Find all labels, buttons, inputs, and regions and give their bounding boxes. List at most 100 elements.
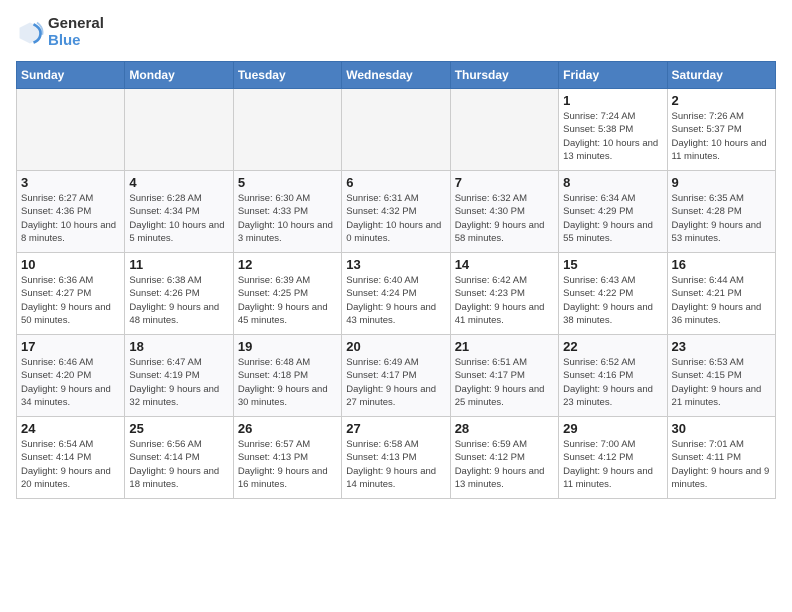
day-number: 25 <box>129 421 228 436</box>
day-info: Sunrise: 6:39 AM Sunset: 4:25 PM Dayligh… <box>238 274 337 327</box>
day-info: Sunrise: 6:51 AM Sunset: 4:17 PM Dayligh… <box>455 356 554 409</box>
day-number: 21 <box>455 339 554 354</box>
calendar-cell: 11 Sunrise: 6:38 AM Sunset: 4:26 PM Dayli… <box>125 253 233 335</box>
day-number: 16 <box>672 257 771 272</box>
calendar-cell: 23 Sunrise: 6:53 AM Sunset: 4:15 PM Dayli… <box>667 335 775 417</box>
calendar-cell: 9 Sunrise: 6:35 AM Sunset: 4:28 PM Daylig… <box>667 171 775 253</box>
weekday-header: Saturday <box>667 62 775 89</box>
day-info: Sunrise: 7:26 AM Sunset: 5:37 PM Dayligh… <box>672 110 771 163</box>
day-info: Sunrise: 6:56 AM Sunset: 4:14 PM Dayligh… <box>129 438 228 491</box>
calendar-cell: 21 Sunrise: 6:51 AM Sunset: 4:17 PM Dayli… <box>450 335 558 417</box>
day-number: 27 <box>346 421 445 436</box>
weekday-header: Friday <box>559 62 667 89</box>
logo-text: General Blue <box>48 16 104 49</box>
day-number: 6 <box>346 175 445 190</box>
calendar-cell: 27 Sunrise: 6:58 AM Sunset: 4:13 PM Dayli… <box>342 417 450 499</box>
day-info: Sunrise: 6:54 AM Sunset: 4:14 PM Dayligh… <box>21 438 120 491</box>
day-info: Sunrise: 6:32 AM Sunset: 4:30 PM Dayligh… <box>455 192 554 245</box>
calendar-cell: 19 Sunrise: 6:48 AM Sunset: 4:18 PM Dayli… <box>233 335 341 417</box>
day-number: 15 <box>563 257 662 272</box>
day-info: Sunrise: 6:31 AM Sunset: 4:32 PM Dayligh… <box>346 192 445 245</box>
calendar-cell: 6 Sunrise: 6:31 AM Sunset: 4:32 PM Daylig… <box>342 171 450 253</box>
calendar-cell: 16 Sunrise: 6:44 AM Sunset: 4:21 PM Dayli… <box>667 253 775 335</box>
weekday-header: Tuesday <box>233 62 341 89</box>
day-number: 4 <box>129 175 228 190</box>
calendar-cell: 17Sunrise: 6:46 AM Sunset: 4:20 PM Dayli… <box>17 335 125 417</box>
calendar-cell: 12 Sunrise: 6:39 AM Sunset: 4:25 PM Dayli… <box>233 253 341 335</box>
day-info: Sunrise: 6:44 AM Sunset: 4:21 PM Dayligh… <box>672 274 771 327</box>
day-info: Sunrise: 6:47 AM Sunset: 4:19 PM Dayligh… <box>129 356 228 409</box>
calendar-cell: 14 Sunrise: 6:42 AM Sunset: 4:23 PM Dayli… <box>450 253 558 335</box>
calendar-cell: 13 Sunrise: 6:40 AM Sunset: 4:24 PM Dayli… <box>342 253 450 335</box>
weekday-header: Monday <box>125 62 233 89</box>
day-number: 29 <box>563 421 662 436</box>
header: General Blue <box>16 16 776 49</box>
day-number: 22 <box>563 339 662 354</box>
calendar-cell: 20 Sunrise: 6:49 AM Sunset: 4:17 PM Dayli… <box>342 335 450 417</box>
logo-icon <box>16 19 44 47</box>
calendar-cell: 15 Sunrise: 6:43 AM Sunset: 4:22 PM Dayli… <box>559 253 667 335</box>
calendar-cell: 7 Sunrise: 6:32 AM Sunset: 4:30 PM Daylig… <box>450 171 558 253</box>
calendar-week-row: 1 Sunrise: 7:24 AM Sunset: 5:38 PM Daylig… <box>17 89 776 171</box>
calendar-cell: 25 Sunrise: 6:56 AM Sunset: 4:14 PM Dayli… <box>125 417 233 499</box>
day-info: Sunrise: 6:59 AM Sunset: 4:12 PM Dayligh… <box>455 438 554 491</box>
day-info: Sunrise: 6:36 AM Sunset: 4:27 PM Dayligh… <box>21 274 120 327</box>
day-info: Sunrise: 6:30 AM Sunset: 4:33 PM Dayligh… <box>238 192 337 245</box>
day-number: 28 <box>455 421 554 436</box>
day-info: Sunrise: 6:35 AM Sunset: 4:28 PM Dayligh… <box>672 192 771 245</box>
calendar-cell: 8 Sunrise: 6:34 AM Sunset: 4:29 PM Daylig… <box>559 171 667 253</box>
calendar-cell <box>125 89 233 171</box>
calendar-week-row: 17Sunrise: 6:46 AM Sunset: 4:20 PM Dayli… <box>17 335 776 417</box>
day-number: 7 <box>455 175 554 190</box>
day-number: 30 <box>672 421 771 436</box>
calendar-table: SundayMondayTuesdayWednesdayThursdayFrid… <box>16 61 776 499</box>
day-info: Sunrise: 6:53 AM Sunset: 4:15 PM Dayligh… <box>672 356 771 409</box>
day-info: Sunrise: 6:46 AM Sunset: 4:20 PM Dayligh… <box>21 356 120 409</box>
day-info: Sunrise: 6:27 AM Sunset: 4:36 PM Dayligh… <box>21 192 120 245</box>
day-info: Sunrise: 6:48 AM Sunset: 4:18 PM Dayligh… <box>238 356 337 409</box>
day-number: 19 <box>238 339 337 354</box>
day-number: 1 <box>563 93 662 108</box>
day-info: Sunrise: 6:57 AM Sunset: 4:13 PM Dayligh… <box>238 438 337 491</box>
day-info: Sunrise: 7:01 AM Sunset: 4:11 PM Dayligh… <box>672 438 771 491</box>
day-number: 24 <box>21 421 120 436</box>
day-number: 8 <box>563 175 662 190</box>
calendar-cell <box>17 89 125 171</box>
day-info: Sunrise: 6:34 AM Sunset: 4:29 PM Dayligh… <box>563 192 662 245</box>
calendar-cell: 1 Sunrise: 7:24 AM Sunset: 5:38 PM Daylig… <box>559 89 667 171</box>
day-info: Sunrise: 7:24 AM Sunset: 5:38 PM Dayligh… <box>563 110 662 163</box>
calendar-cell: 18 Sunrise: 6:47 AM Sunset: 4:19 PM Dayli… <box>125 335 233 417</box>
logo: General Blue <box>16 16 104 49</box>
calendar-week-row: 3 Sunrise: 6:27 AM Sunset: 4:36 PM Daylig… <box>17 171 776 253</box>
calendar-cell <box>342 89 450 171</box>
calendar-cell <box>450 89 558 171</box>
calendar-cell: 24 Sunrise: 6:54 AM Sunset: 4:14 PM Dayli… <box>17 417 125 499</box>
calendar-cell: 29 Sunrise: 7:00 AM Sunset: 4:12 PM Dayli… <box>559 417 667 499</box>
day-info: Sunrise: 7:00 AM Sunset: 4:12 PM Dayligh… <box>563 438 662 491</box>
day-info: Sunrise: 6:58 AM Sunset: 4:13 PM Dayligh… <box>346 438 445 491</box>
day-number: 5 <box>238 175 337 190</box>
calendar-cell: 22Sunrise: 6:52 AM Sunset: 4:16 PM Dayli… <box>559 335 667 417</box>
weekday-header: Sunday <box>17 62 125 89</box>
day-number: 14 <box>455 257 554 272</box>
calendar-cell: 3 Sunrise: 6:27 AM Sunset: 4:36 PM Daylig… <box>17 171 125 253</box>
calendar-cell: 30 Sunrise: 7:01 AM Sunset: 4:11 PM Dayli… <box>667 417 775 499</box>
day-number: 11 <box>129 257 228 272</box>
day-number: 23 <box>672 339 771 354</box>
calendar-cell: 5 Sunrise: 6:30 AM Sunset: 4:33 PM Daylig… <box>233 171 341 253</box>
day-number: 13 <box>346 257 445 272</box>
day-info: Sunrise: 6:40 AM Sunset: 4:24 PM Dayligh… <box>346 274 445 327</box>
calendar-week-row: 24 Sunrise: 6:54 AM Sunset: 4:14 PM Dayli… <box>17 417 776 499</box>
calendar-cell: 4Sunrise: 6:28 AM Sunset: 4:34 PM Daylig… <box>125 171 233 253</box>
day-number: 20 <box>346 339 445 354</box>
day-number: 3 <box>21 175 120 190</box>
day-number: 9 <box>672 175 771 190</box>
day-info: Sunrise: 6:49 AM Sunset: 4:17 PM Dayligh… <box>346 356 445 409</box>
day-info: Sunrise: 6:38 AM Sunset: 4:26 PM Dayligh… <box>129 274 228 327</box>
weekday-header: Thursday <box>450 62 558 89</box>
calendar-cell: 26Sunrise: 6:57 AM Sunset: 4:13 PM Dayli… <box>233 417 341 499</box>
day-number: 18 <box>129 339 228 354</box>
day-number: 12 <box>238 257 337 272</box>
day-info: Sunrise: 6:42 AM Sunset: 4:23 PM Dayligh… <box>455 274 554 327</box>
day-info: Sunrise: 6:43 AM Sunset: 4:22 PM Dayligh… <box>563 274 662 327</box>
